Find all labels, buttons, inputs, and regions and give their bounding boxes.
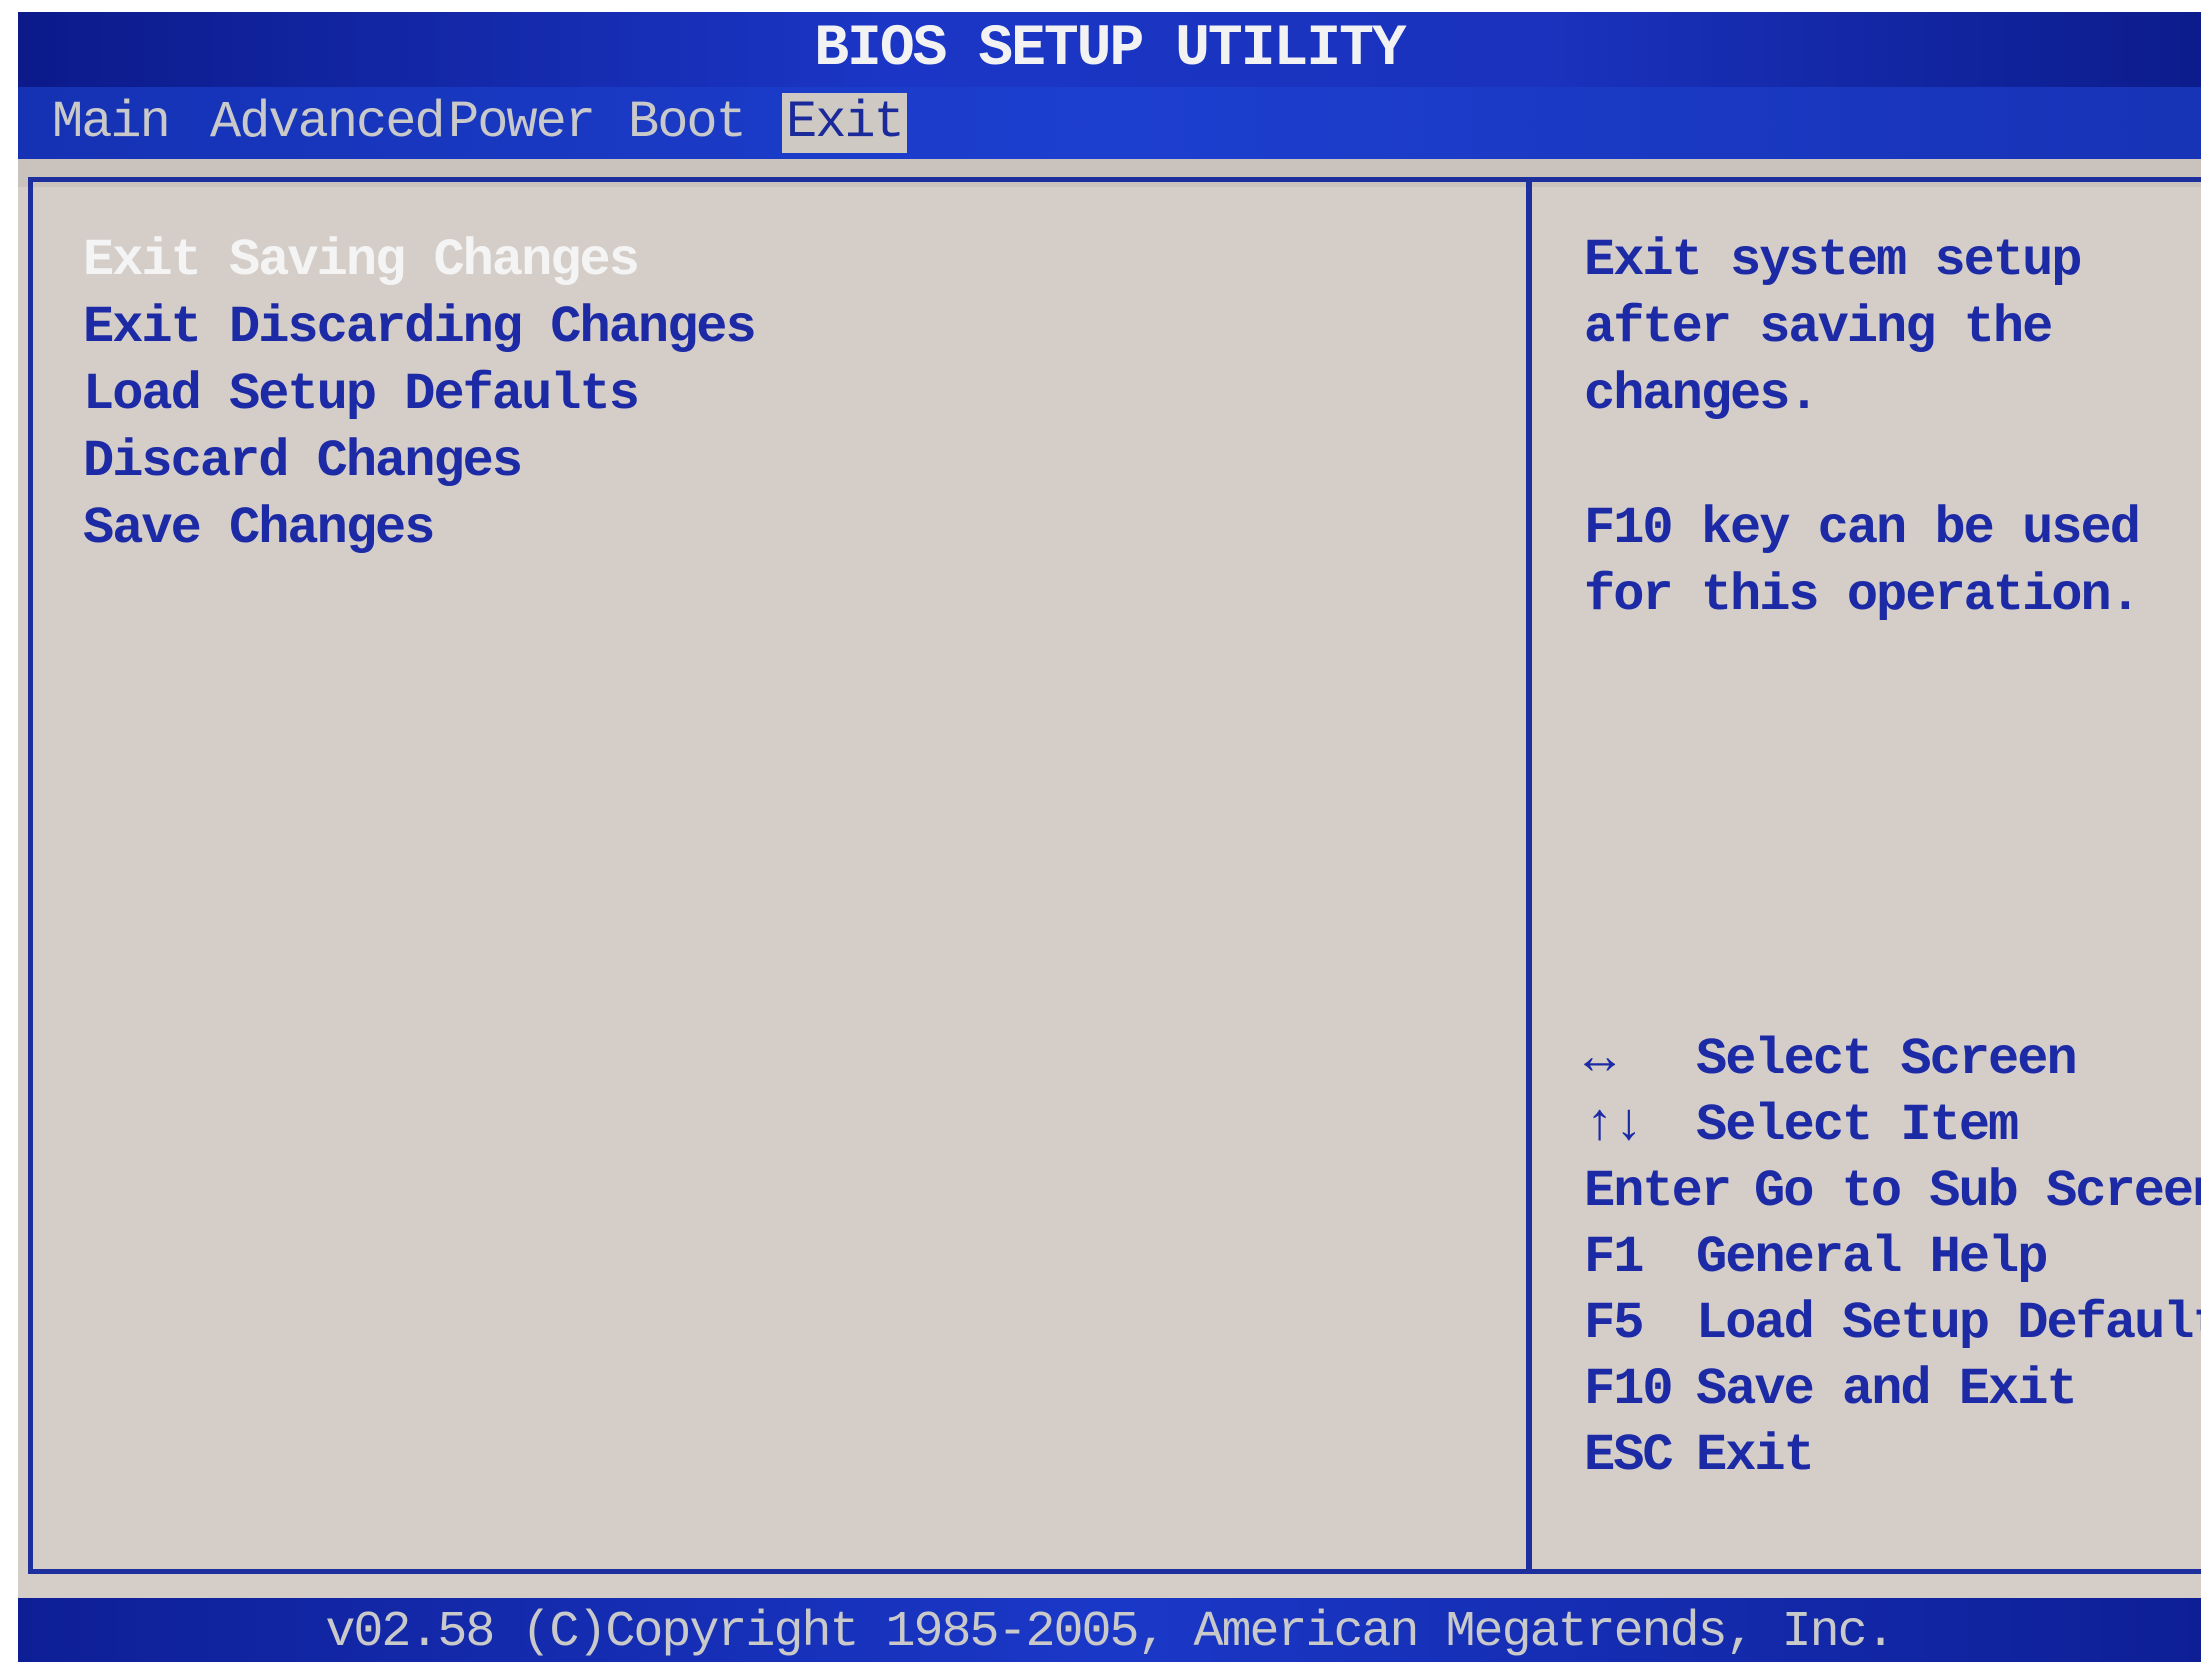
tab-advanced[interactable]: Advanced bbox=[206, 93, 448, 153]
options-list: Exit Saving Changes Exit Discarding Chan… bbox=[83, 227, 757, 562]
key-action: Load Setup Defaults bbox=[1696, 1294, 2201, 1353]
tab-power[interactable]: Power bbox=[444, 93, 598, 153]
option-load-setup-defaults[interactable]: Load Setup Defaults bbox=[83, 361, 755, 428]
key-row: ESC Exit bbox=[1584, 1423, 2201, 1489]
option-discard-changes[interactable]: Discard Changes bbox=[83, 428, 755, 495]
key-row: ↔ Select Screen bbox=[1584, 1027, 2201, 1093]
key-row: Enter Go to Sub Screen bbox=[1584, 1159, 2201, 1225]
tab-main[interactable]: Main bbox=[48, 93, 173, 153]
key-action: Select Item bbox=[1696, 1096, 2019, 1155]
help-line: changes. bbox=[1584, 365, 1820, 424]
key-name: ESC bbox=[1584, 1426, 1674, 1485]
key-name: F10 bbox=[1584, 1360, 1674, 1419]
key-row: ↑↓ Select Item bbox=[1584, 1093, 2201, 1159]
options-panel: Exit Saving Changes Exit Discarding Chan… bbox=[28, 177, 1532, 1574]
key-action: Go to Sub Screen bbox=[1754, 1162, 2201, 1221]
help-line: Exit system setup bbox=[1584, 231, 2082, 290]
copyright-text: v02.58 (C)Copyright 1985-2005, American … bbox=[325, 1604, 1895, 1661]
tab-exit[interactable]: Exit bbox=[782, 93, 907, 153]
help-panel: Exit system setup after saving the chang… bbox=[1532, 177, 2201, 1574]
key-name: F1 bbox=[1584, 1228, 1644, 1287]
help-description: Exit system setup after saving the chang… bbox=[1584, 227, 2141, 629]
key-row: F5 Load Setup Defaults bbox=[1584, 1291, 2201, 1357]
help-line: for this operation. bbox=[1584, 566, 2141, 625]
key-legend: ↔ Select Screen ↑↓ Select Item Enter Go … bbox=[1584, 1027, 2201, 1489]
footer-bar: v02.58 (C)Copyright 1985-2005, American … bbox=[18, 1598, 2201, 1662]
menu-bar: Main Advanced Power Boot Exit bbox=[18, 87, 2201, 159]
key-action: Save and Exit bbox=[1696, 1360, 2078, 1419]
key-name: Enter bbox=[1584, 1162, 1732, 1221]
option-exit-saving-changes[interactable]: Exit Saving Changes bbox=[83, 227, 755, 294]
key-row: F1 General Help bbox=[1584, 1225, 2201, 1291]
tab-boot[interactable]: Boot bbox=[624, 93, 749, 153]
key-action: Select Screen bbox=[1696, 1030, 2078, 1089]
key-action: General Help bbox=[1696, 1228, 2048, 1287]
option-exit-discarding-changes[interactable]: Exit Discarding Changes bbox=[83, 294, 757, 361]
key-name: F5 bbox=[1584, 1294, 1644, 1353]
key-row: F10 Save and Exit bbox=[1584, 1357, 2201, 1423]
help-line: after saving the bbox=[1584, 298, 2053, 357]
left-right-arrow-icon: ↔ bbox=[1584, 1030, 1615, 1089]
up-down-arrow-icon: ↑↓ bbox=[1584, 1096, 1644, 1155]
option-save-changes[interactable]: Save Changes bbox=[83, 495, 755, 562]
help-line: F10 key can be used bbox=[1584, 499, 2141, 558]
bios-screen: BIOS SETUP UTILITY Main Advanced Power B… bbox=[18, 12, 2201, 1662]
title-bar: BIOS SETUP UTILITY bbox=[18, 12, 2201, 87]
key-action: Exit bbox=[1696, 1426, 1815, 1485]
app-title: BIOS SETUP UTILITY bbox=[814, 17, 1407, 82]
